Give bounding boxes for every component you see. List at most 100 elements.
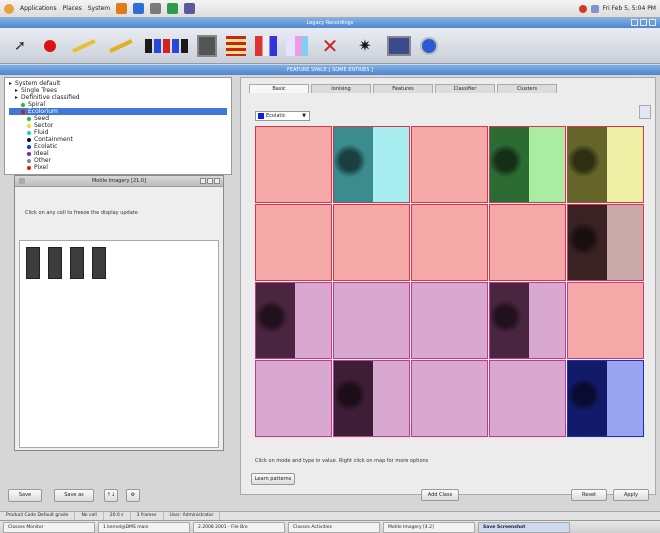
taskbar-button[interactable]: Save Screenshot xyxy=(478,522,570,533)
grid-cell[interactable] xyxy=(333,282,410,359)
grid-cell[interactable] xyxy=(255,282,332,359)
dialog-title-bar[interactable]: Motile Imagery [21.0] xyxy=(15,176,223,187)
grid-cell[interactable] xyxy=(489,282,566,359)
tree-item[interactable]: ▸ Definitive classified xyxy=(9,94,227,101)
grid-cell[interactable] xyxy=(489,204,566,281)
image-frame-icon[interactable] xyxy=(387,35,411,56)
menu-places[interactable]: Places xyxy=(63,5,82,12)
tree-item[interactable]: Fluid xyxy=(9,129,227,136)
expander-icon[interactable]: ▸ xyxy=(9,80,12,87)
pin-marker-icon[interactable] xyxy=(39,35,61,57)
grid-cell[interactable] xyxy=(255,204,332,281)
gnome-foot-icon[interactable] xyxy=(4,3,14,14)
cell-thumbnail[interactable] xyxy=(26,247,40,279)
tree-item[interactable]: ▸ System default xyxy=(9,80,227,87)
palette-icon[interactable] xyxy=(286,35,308,56)
menu-applications[interactable]: Applications xyxy=(20,5,57,12)
cell-thumbnail[interactable] xyxy=(70,247,84,279)
main-toolbar: ➚ ✕ ✷ xyxy=(0,28,660,64)
save-as-button[interactable]: Save as xyxy=(54,489,94,502)
reset-button[interactable]: Reset xyxy=(571,489,607,501)
grid-cell[interactable] xyxy=(489,126,566,203)
expander-icon[interactable]: ▸ xyxy=(15,87,18,94)
status-bar: Product Code Default grade No cell 20.0 s3… xyxy=(0,511,660,520)
close-icon[interactable] xyxy=(649,19,656,26)
tree-item[interactable]: Other xyxy=(9,157,227,164)
cross-scissors-icon[interactable]: ✕ xyxy=(317,34,343,58)
tree-item[interactable]: ▸ Single Trees xyxy=(9,87,227,94)
cell-image xyxy=(490,127,529,202)
grid-cell[interactable] xyxy=(255,126,332,203)
tab-clusters[interactable]: Clusters xyxy=(497,84,557,93)
refresh-icon[interactable] xyxy=(639,105,651,119)
round-globe-icon[interactable] xyxy=(420,36,438,55)
arrow-cursor-icon[interactable]: ➚ xyxy=(10,35,30,57)
grid-cell[interactable] xyxy=(411,282,488,359)
save-button[interactable]: Save xyxy=(8,489,42,502)
grid-cell[interactable] xyxy=(411,360,488,437)
grid-cell[interactable] xyxy=(567,282,644,359)
terminal-launcher-icon[interactable] xyxy=(167,3,179,14)
firefox-launcher-icon[interactable] xyxy=(116,3,128,14)
blocks-icon[interactable] xyxy=(144,35,188,57)
expander-icon[interactable]: ▸ xyxy=(15,94,18,101)
editor-launcher-icon[interactable] xyxy=(184,3,196,14)
tab-basic[interactable]: Basic xyxy=(249,84,309,93)
tree-item[interactable]: Spiral xyxy=(9,101,227,108)
volume-icon[interactable] xyxy=(590,4,599,13)
clock[interactable]: Fri Feb 5, 5:04 PM xyxy=(603,5,656,12)
tree-item[interactable]: Ecolorium xyxy=(9,108,227,115)
menu-system[interactable]: System xyxy=(88,5,110,12)
tree-item[interactable]: Containment xyxy=(9,136,227,143)
cell-thumbnail[interactable] xyxy=(92,247,106,279)
grid-cell[interactable] xyxy=(489,360,566,437)
taskbar-button[interactable]: Classes Monitor xyxy=(3,522,95,533)
minimize-icon[interactable] xyxy=(631,19,638,26)
tree-item[interactable]: Seed xyxy=(9,115,227,122)
grid-cell[interactable] xyxy=(411,204,488,281)
grid-cell[interactable] xyxy=(333,126,410,203)
add-class-button[interactable]: Add Class xyxy=(421,489,459,501)
grid-cell[interactable] xyxy=(567,360,644,437)
network-icon[interactable] xyxy=(578,4,587,13)
tree-item[interactable]: Pixel xyxy=(9,164,227,171)
tab-features[interactable]: Features xyxy=(373,84,433,93)
tree-item[interactable]: Ecolatic xyxy=(9,143,227,150)
tab-ionising[interactable]: Ionising xyxy=(311,84,371,93)
class-select-value: Ecolatic xyxy=(266,113,286,119)
help-launcher-icon[interactable] xyxy=(150,3,162,14)
grid-cell[interactable] xyxy=(333,360,410,437)
reorder-button[interactable]: ↑↓ xyxy=(104,489,118,502)
grid-cell[interactable] xyxy=(567,204,644,281)
class-select[interactable]: Ecolatic ▼ xyxy=(255,111,310,121)
tab-classifier[interactable]: Classifier xyxy=(435,84,495,93)
mail-launcher-icon[interactable] xyxy=(133,3,145,14)
maximize-icon[interactable] xyxy=(640,19,647,26)
apply-button[interactable]: Apply xyxy=(613,489,649,501)
tree-item[interactable]: Sector xyxy=(9,122,227,129)
grid-cell[interactable] xyxy=(567,126,644,203)
color-columns-icon[interactable] xyxy=(255,35,277,56)
dialog-canvas[interactable] xyxy=(19,240,219,448)
settings-button[interactable]: ⚙ xyxy=(126,489,140,502)
tree-item[interactable]: Ideal xyxy=(9,150,227,157)
grid-cell[interactable] xyxy=(255,360,332,437)
cell-image xyxy=(568,127,607,202)
learn-patterns-button[interactable]: Learn patterns xyxy=(251,473,295,485)
taskbar-button[interactable]: 2.2008 2001 - File Bro xyxy=(193,522,285,533)
taskbar-button[interactable]: Motile Imagery [4.2] xyxy=(383,522,475,533)
dialog-maximize-icon[interactable] xyxy=(207,178,213,184)
grid-cell[interactable] xyxy=(333,204,410,281)
dialog-close-icon[interactable] xyxy=(214,178,220,184)
striped-lines-icon[interactable] xyxy=(226,35,246,56)
sparkle-icon[interactable]: ✷ xyxy=(352,35,378,57)
dark-panel-icon[interactable] xyxy=(197,34,217,57)
taskbar-button[interactable]: 1 kernel@DMS main xyxy=(98,522,190,533)
wand-icon[interactable] xyxy=(70,35,98,57)
app-title-bar: Legacy Recordings xyxy=(0,18,660,28)
dialog-minimize-icon[interactable] xyxy=(200,178,206,184)
pen-icon[interactable] xyxy=(107,35,135,57)
taskbar-button[interactable]: Classes Activities xyxy=(288,522,380,533)
cell-thumbnail[interactable] xyxy=(48,247,62,279)
grid-cell[interactable] xyxy=(411,126,488,203)
